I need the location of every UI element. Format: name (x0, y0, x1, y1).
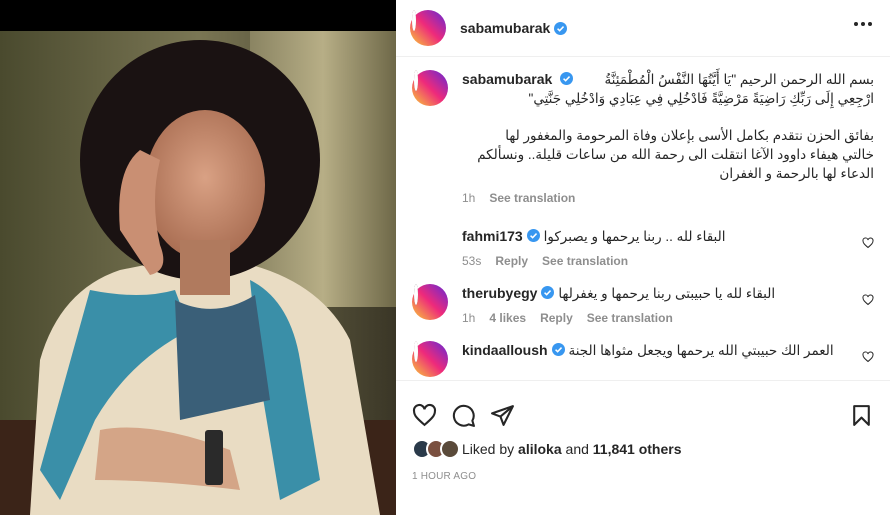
save-bookmark-icon[interactable] (849, 403, 874, 428)
caption-time[interactable]: 1h (462, 191, 475, 205)
more-options-icon[interactable] (854, 22, 872, 26)
liked-by-user[interactable]: aliloka (518, 441, 562, 457)
post-image[interactable] (0, 0, 396, 515)
caption-username[interactable]: sabamubarak (462, 71, 552, 87)
comment-likes[interactable]: 4 likes (489, 311, 526, 325)
comment-item: fahmi173 البقاء لله .. ربنا يرحمها و يصب… (412, 227, 874, 268)
comment-text: البقاء لله يا حبيبتى ربنا يرحمها و يغفرل… (558, 286, 776, 301)
share-paper-plane-icon[interactable] (490, 403, 515, 428)
liked-by-and: and (565, 441, 589, 457)
liker-avatars (412, 439, 460, 459)
portrait-photo (0, 27, 396, 515)
commenter-username[interactable]: therubyegy (462, 285, 537, 301)
verified-badge-icon (554, 21, 568, 35)
likes-summary[interactable]: Liked by aliloka and 11,841 others (396, 439, 890, 459)
like-comment-heart-icon[interactable] (862, 294, 874, 306)
like-comment-heart-icon[interactable] (862, 351, 874, 363)
comment-bubble-icon[interactable] (451, 403, 476, 428)
comment-item: kindaalloush العمر الك حبيبتي الله يرحمه… (412, 341, 874, 377)
commenter-avatar[interactable] (412, 227, 448, 263)
comment-time[interactable]: 1h (462, 311, 475, 325)
post-details-panel: sabamubarak sabamubarak بسم الله الرحمن … (396, 0, 890, 515)
verified-badge-icon (526, 229, 540, 242)
commenter-username[interactable]: kindaalloush (462, 342, 548, 358)
see-translation-button[interactable]: See translation (542, 254, 628, 268)
liked-by-prefix: Liked by (462, 441, 515, 457)
comment-item: therubyegy البقاء لله يا حبيبتى ربنا يرح… (412, 284, 874, 325)
commenter-avatar[interactable] (412, 284, 448, 320)
comment-text: العمر الك حبيبتي الله يرحمها ويجعل مثواه… (568, 343, 834, 358)
reply-button[interactable]: Reply (495, 254, 528, 268)
caption-line: بفائق الحزن نتقدم بكامل الأسى بإعلان وفا… (505, 128, 874, 143)
comment-text: البقاء لله .. ربنا يرحمها و يصبركوا (543, 229, 726, 244)
post-header: sabamubarak (396, 0, 890, 57)
likes-count[interactable]: 11,841 others (593, 441, 682, 457)
reply-button[interactable]: Reply (540, 311, 573, 325)
comments-list[interactable]: sabamubarak بسم الله الرحمن الرحيم "يَا … (396, 58, 890, 380)
commenter-avatar[interactable] (412, 341, 448, 377)
caption-avatar[interactable] (412, 70, 448, 106)
caption-see-translation[interactable]: See translation (489, 191, 575, 205)
caption-line: الدعاء لها بالرحمة و الغفران (719, 166, 874, 181)
post-actions: Liked by aliloka and 11,841 others 1 HOU… (396, 380, 890, 515)
like-heart-icon[interactable] (412, 403, 437, 428)
caption-line: خالتي هيفاء داوود الآغا انتقلت الى رحمة … (477, 147, 874, 162)
post-caption: sabamubarak بسم الله الرحمن الرحيم "يَا … (412, 70, 874, 205)
verified-badge-icon (551, 343, 565, 356)
commenter-username[interactable]: fahmi173 (462, 228, 523, 244)
post-timestamp[interactable]: 1 HOUR AGO (396, 471, 890, 482)
instagram-post-modal: sabamubarak sabamubarak بسم الله الرحمن … (0, 0, 890, 515)
comment-time[interactable]: 53s (462, 254, 481, 268)
caption-line: ارْجِعِي إِلَى رَبِّكِ رَاضِيَةً مَرْضِي… (528, 91, 874, 106)
author-username[interactable]: sabamubarak (460, 20, 550, 36)
author-avatar[interactable] (410, 10, 446, 46)
verified-badge-icon (560, 72, 574, 85)
verified-badge-icon (541, 286, 555, 299)
see-translation-button[interactable]: See translation (587, 311, 673, 325)
like-comment-heart-icon[interactable] (862, 237, 874, 249)
